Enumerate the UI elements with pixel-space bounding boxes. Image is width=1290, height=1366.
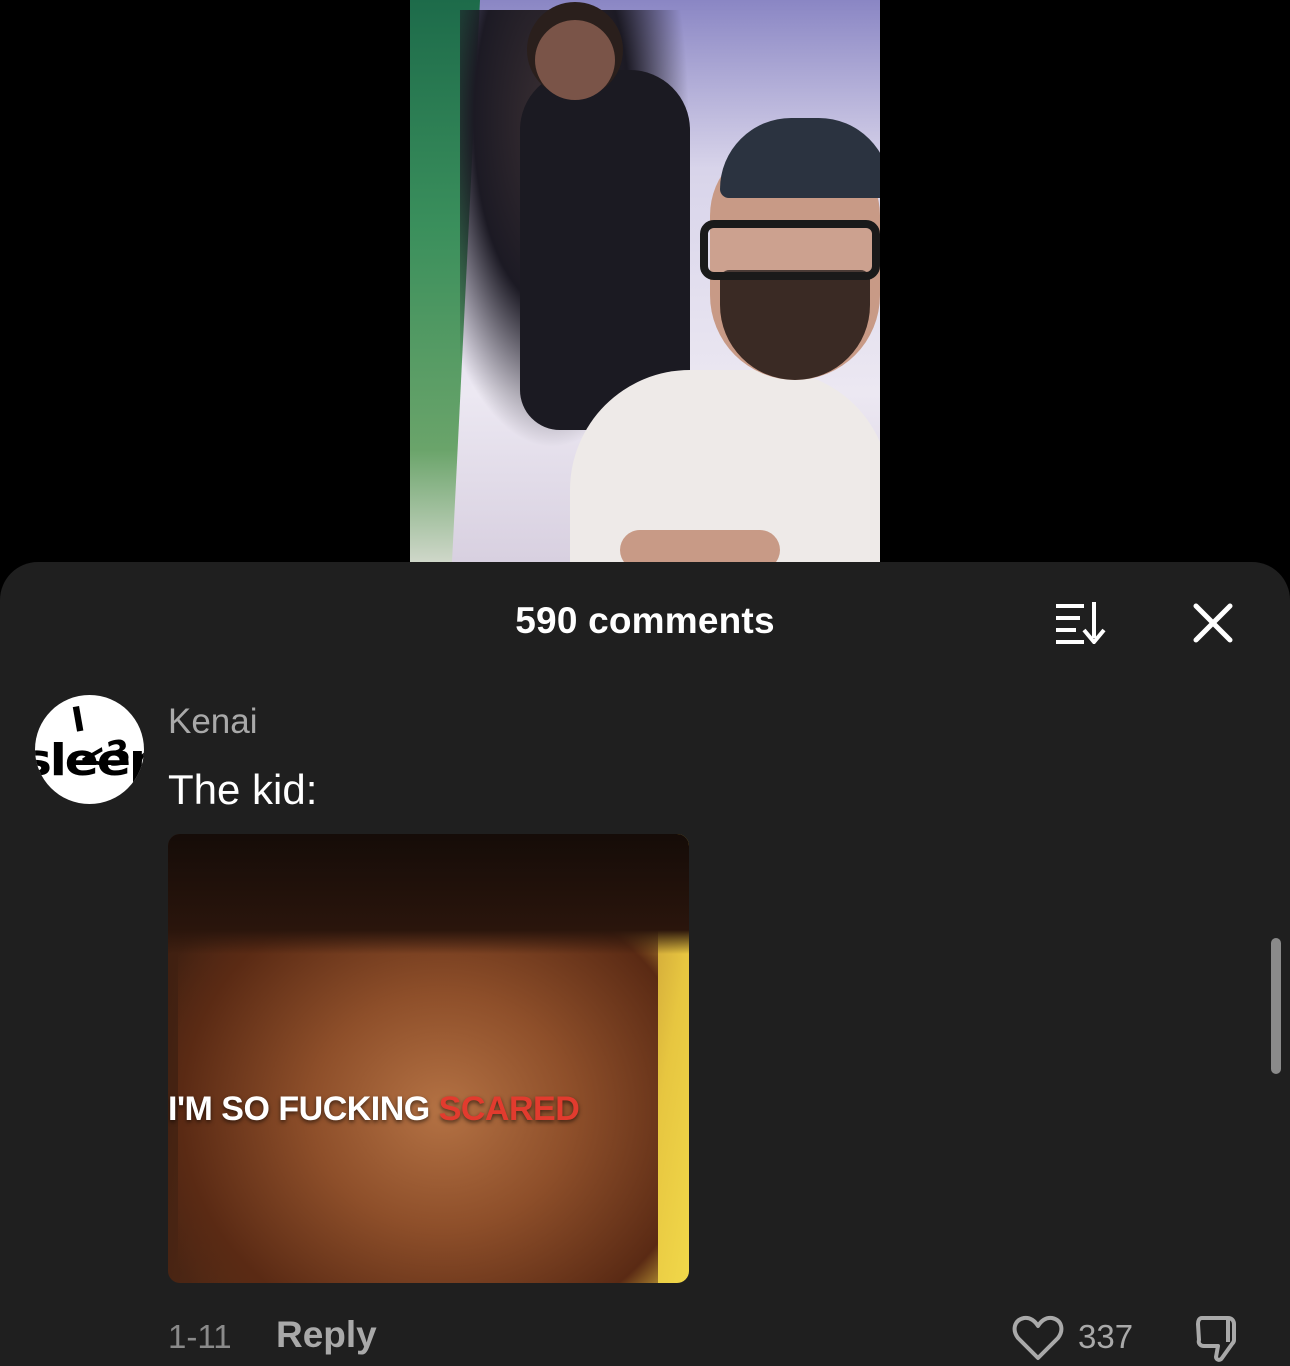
- close-icon[interactable]: [1190, 600, 1236, 646]
- gif-hair: [168, 834, 689, 954]
- comment-username[interactable]: Kenai: [168, 702, 258, 742]
- comment-gif[interactable]: I'M SO FUCKING SCARED: [168, 834, 689, 1283]
- avatar[interactable]: I <3 sleep: [35, 695, 144, 804]
- heart-icon[interactable]: [1012, 1314, 1064, 1362]
- reply-button[interactable]: Reply: [276, 1314, 377, 1356]
- app-root: 590 comments I <3 sleep Kenai The kid:: [0, 0, 1290, 1366]
- scrollbar[interactable]: [1271, 938, 1281, 1074]
- avatar-text-bottom: sleep: [35, 735, 144, 786]
- comments-sheet: 590 comments I <3 sleep Kenai The kid:: [0, 562, 1290, 1366]
- video-thumbnail[interactable]: [410, 0, 880, 562]
- presenter-glasses: [700, 220, 880, 280]
- comment-text: The kid:: [168, 766, 318, 813]
- gif-caption-red: SCARED: [438, 1090, 580, 1128]
- figure-head: [535, 20, 615, 100]
- video-presenter: [570, 110, 880, 562]
- presenter-beard: [720, 270, 870, 380]
- thumbs-down-icon[interactable]: [1192, 1312, 1244, 1364]
- presenter-hand: [620, 530, 780, 562]
- gif-caption: I'M SO FUCKING SCARED: [168, 1090, 580, 1129]
- presenter-cap: [720, 118, 880, 198]
- like-count: 337: [1078, 1318, 1134, 1355]
- sort-icon[interactable]: [1052, 600, 1108, 646]
- comment-date: 1-11: [168, 1318, 232, 1355]
- gif-caption-white: I'M SO FUCKING: [168, 1090, 439, 1128]
